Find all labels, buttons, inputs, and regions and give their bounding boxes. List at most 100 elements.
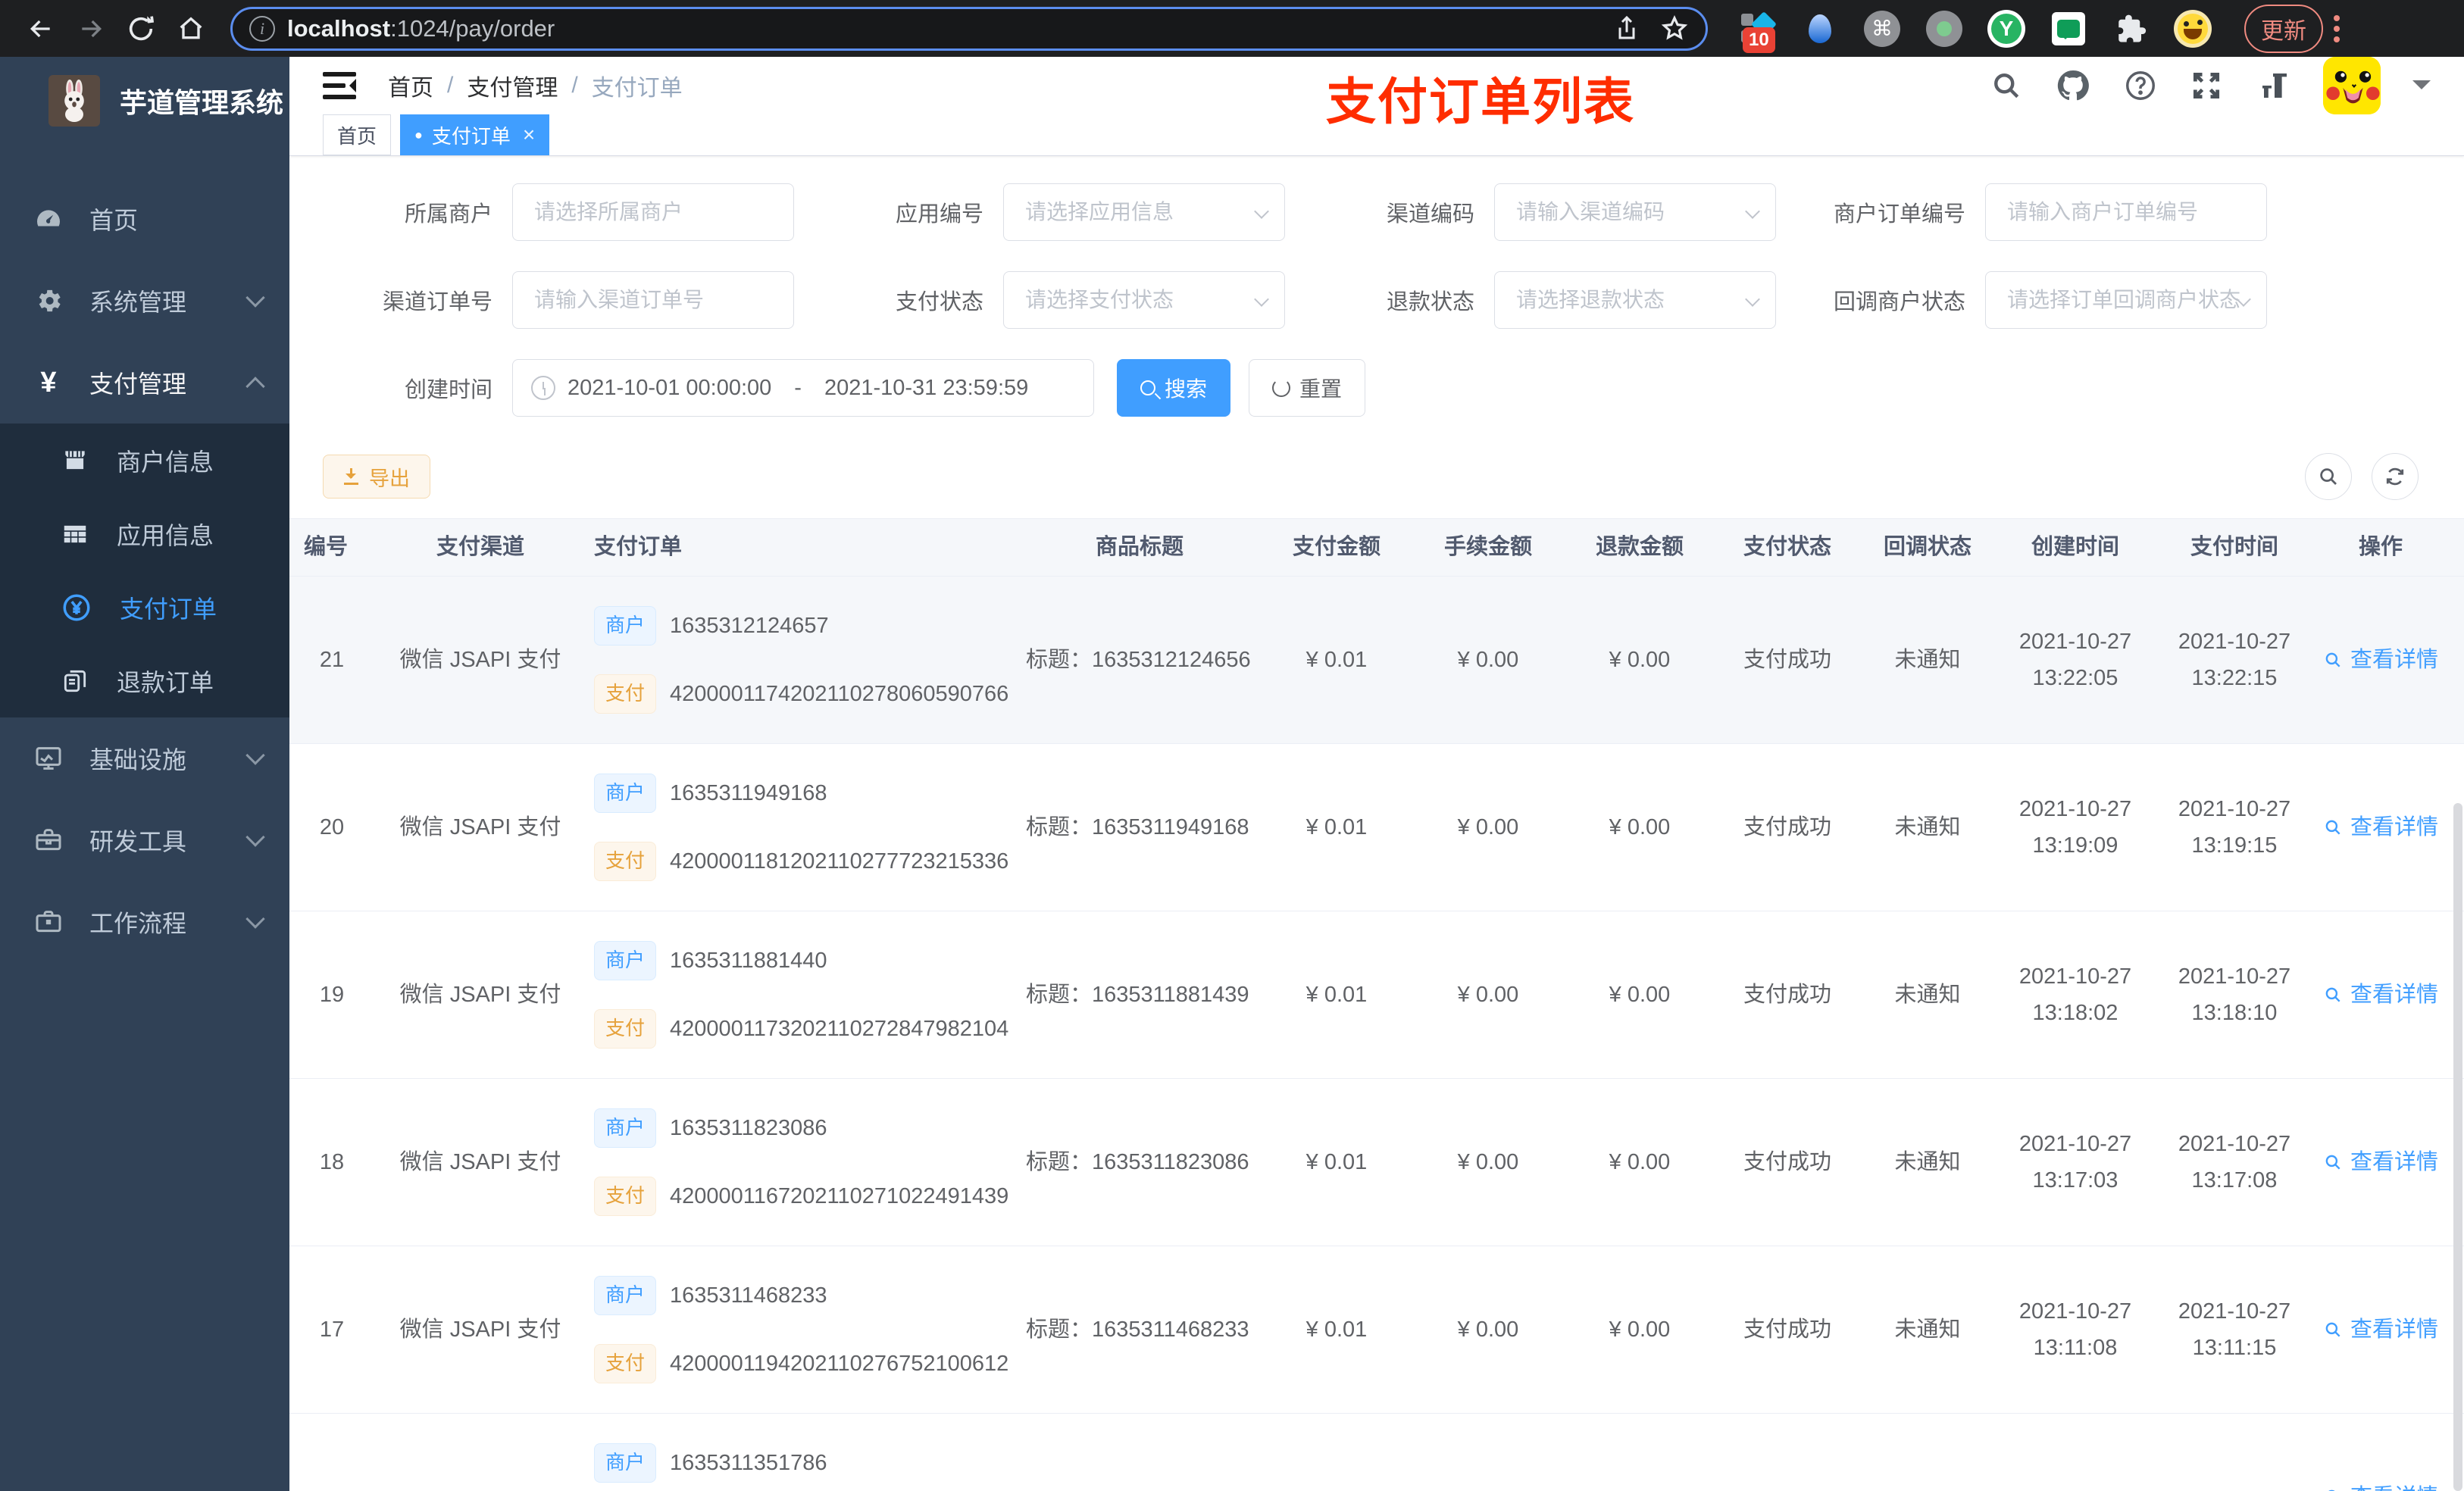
- extension-balloon-icon[interactable]: [1800, 9, 1840, 48]
- sidebar-item-dev-tools[interactable]: 研发工具: [0, 799, 289, 881]
- cell-fee: ¥ 0.00: [1457, 1149, 1519, 1174]
- sidebar-item-merchant-info[interactable]: 商户信息: [0, 424, 289, 497]
- sidebar-item-pay-order[interactable]: 支付订单: [0, 570, 289, 644]
- cell-fee: ¥ 0.00: [1457, 982, 1519, 1007]
- extension-green-dot-icon[interactable]: [1925, 9, 1964, 48]
- view-detail-link[interactable]: 查看详情: [2323, 1481, 2438, 1491]
- close-icon[interactable]: ×: [523, 123, 535, 147]
- url-path: :1024/pay/order: [390, 14, 555, 42]
- cell-refund: ¥ 0.00: [1609, 982, 1671, 1007]
- merchant-order-no: 1635311949168: [670, 780, 827, 805]
- col-header-amount: 支付金额: [1292, 535, 1381, 560]
- sidebar-item-workflow[interactable]: 工作流程: [0, 881, 289, 963]
- cell-status: 支付成功: [1743, 814, 1831, 839]
- avatar-caret-icon[interactable]: [2412, 80, 2431, 98]
- merchant-select[interactable]: [512, 183, 794, 241]
- date-range-picker[interactable]: 2021-10-01 00:00:00 - 2021-10-31 23:59:5…: [512, 359, 1094, 417]
- col-header-actions: 操作: [2358, 535, 2403, 560]
- extension-command-icon[interactable]: ⌘: [1862, 9, 1902, 48]
- table-grid-icon: [64, 525, 86, 542]
- filter-label: 渠道订单号: [382, 290, 492, 314]
- sidebar-item-infrastructure[interactable]: 基础设施: [0, 717, 289, 799]
- vertical-scrollbar[interactable]: [2453, 803, 2462, 1491]
- refund-status-select[interactable]: [1494, 271, 1776, 329]
- channel-order-no-input[interactable]: [512, 271, 794, 329]
- cell-title: 标题：1635312124656: [1026, 647, 1251, 672]
- pay-order-no: 4200001174202110278060590766: [670, 681, 1009, 706]
- merchant-order-no-input[interactable]: [1985, 183, 2267, 241]
- extension-y-icon[interactable]: Y: [1987, 9, 2026, 48]
- merchant-order-no: 1635312124657: [670, 613, 829, 638]
- browser-update-button[interactable]: 更新: [2244, 4, 2323, 53]
- bookmark-star-icon[interactable]: [1660, 14, 1689, 43]
- pay-status-select[interactable]: [1003, 271, 1285, 329]
- reset-button[interactable]: 重置: [1249, 359, 1366, 417]
- cell-order: 商户 1635311468233 支付 42000011942021102767…: [586, 1276, 1011, 1383]
- search-button[interactable]: 搜索: [1117, 359, 1231, 417]
- view-detail-link[interactable]: 查看详情: [2323, 1314, 2438, 1346]
- collapse-sidebar-icon[interactable]: [323, 70, 356, 101]
- refresh-table-button[interactable]: [2372, 453, 2419, 500]
- tag-home[interactable]: 首页: [323, 114, 392, 155]
- cell-created: 2021-10-27 13:18:02: [2018, 964, 2132, 1025]
- col-header-title: 商品标题: [1095, 535, 1184, 560]
- sidebar-item-app-info[interactable]: 应用信息: [0, 497, 289, 570]
- update-label: 更新: [2261, 18, 2306, 44]
- filter-label: 商户订单编号: [1833, 202, 1965, 227]
- magnifier-icon: [2325, 987, 2340, 1002]
- site-info-icon[interactable]: i: [249, 15, 275, 42]
- cell-created: 2021-10-27 13:22:05: [2018, 629, 2132, 690]
- share-icon[interactable]: [1613, 15, 1640, 42]
- browser-menu-icon[interactable]: [2334, 14, 2340, 42]
- url-bar[interactable]: i localhost:1024/pay/order: [230, 6, 1708, 51]
- url-host: localhost: [287, 14, 391, 42]
- user-avatar[interactable]: [2323, 57, 2381, 114]
- app-select[interactable]: [1003, 183, 1285, 241]
- app-logo-row[interactable]: 芋道管理系统: [0, 57, 289, 145]
- date-end: 2021-10-31 23:59:59: [824, 375, 1029, 400]
- fullscreen-icon[interactable]: [2190, 69, 2223, 102]
- extension-chat-icon[interactable]: [2049, 9, 2088, 48]
- home-icon[interactable]: [171, 9, 211, 48]
- filter-channel-order-no: 渠道订单号: [323, 271, 814, 329]
- sidebar-item-label: 工作流程: [89, 910, 187, 937]
- view-detail-link[interactable]: 查看详情: [2323, 1146, 2438, 1178]
- breadcrumb-home[interactable]: 首页: [388, 69, 433, 102]
- cell-title: 标题：1635311881439: [1026, 982, 1249, 1007]
- back-icon[interactable]: [21, 9, 61, 48]
- search-icon[interactable]: [1990, 69, 2023, 102]
- font-size-icon[interactable]: [2255, 67, 2291, 104]
- cell-notify: 未通知: [1894, 982, 1961, 1007]
- help-icon[interactable]: [2123, 68, 2158, 103]
- search-icon: [1140, 380, 1155, 395]
- toggle-search-button[interactable]: [2305, 453, 2352, 500]
- dashboard-icon: [37, 210, 60, 227]
- app-title: 芋道管理系统: [120, 87, 284, 118]
- chevron-up-icon: [245, 377, 265, 396]
- export-button[interactable]: 导出: [323, 455, 430, 499]
- reload-icon[interactable]: [121, 9, 161, 48]
- channel-code-select[interactable]: [1494, 183, 1776, 241]
- cell-actions: 查看详情: [2314, 1314, 2447, 1346]
- sidebar-item-refund-order[interactable]: 退款订单: [0, 644, 289, 717]
- breadcrumb-payment[interactable]: 支付管理: [467, 69, 558, 102]
- sidebar-item-system[interactable]: 系统管理: [0, 260, 289, 342]
- extension-blocks-icon[interactable]: 10: [1738, 9, 1778, 53]
- filter-row-3: 创建时间 2021-10-01 00:00:00 - 2021-10-31 23…: [323, 359, 2464, 417]
- view-detail-link[interactable]: 查看详情: [2323, 644, 2438, 676]
- view-detail-link[interactable]: 查看详情: [2323, 979, 2438, 1011]
- extension-emoji-icon[interactable]: [2173, 9, 2212, 48]
- forward-icon[interactable]: [71, 9, 111, 48]
- sidebar-item-payment[interactable]: ¥ 支付管理: [0, 342, 289, 424]
- sidebar-item-home[interactable]: 首页: [0, 178, 289, 260]
- view-detail-link[interactable]: 查看详情: [2323, 811, 2438, 843]
- merchant-order-line: 商户 1635312124657: [594, 606, 1008, 645]
- github-icon[interactable]: [2055, 67, 2091, 104]
- notify-status-select[interactable]: [1985, 271, 2267, 329]
- col-header-order: 支付订单: [594, 535, 683, 560]
- cell-fee: ¥ 0.00: [1457, 814, 1519, 839]
- yen-icon: ¥: [40, 367, 57, 399]
- extensions-puzzle-icon[interactable]: [2111, 9, 2150, 48]
- tag-pay-order[interactable]: ● 支付订单 ×: [400, 114, 550, 155]
- merchant-tag: 商户: [594, 1443, 657, 1483]
